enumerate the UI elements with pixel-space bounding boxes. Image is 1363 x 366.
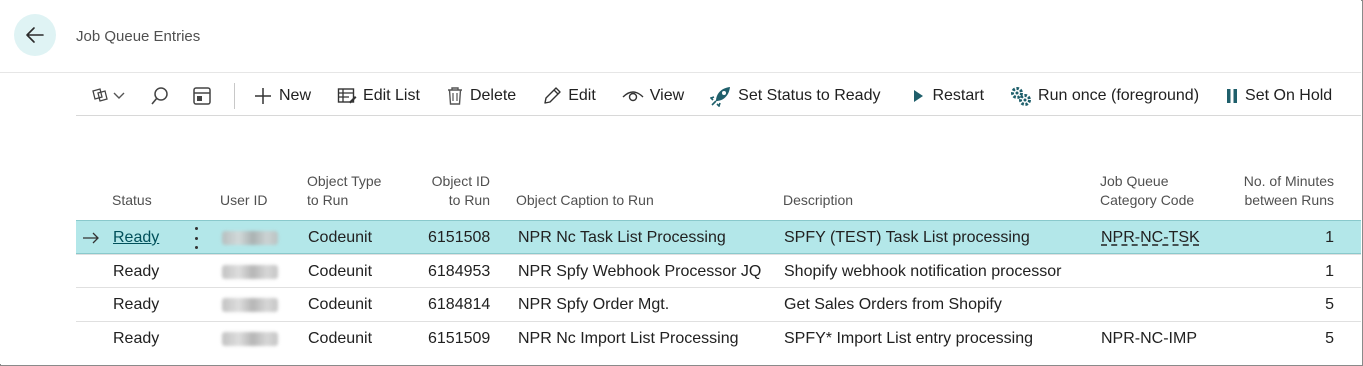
column-header-minutes-line1: No. of Minutes	[1243, 173, 1334, 189]
table-row[interactable]: Ready Codeunit 6151509 NPR Nc Import Lis…	[76, 320, 1361, 355]
description-cell: Shopify webhook notification processor	[784, 262, 1062, 280]
status-cell: Ready	[113, 296, 160, 313]
edit-list-button[interactable]: Edit List	[329, 80, 428, 112]
gears-icon	[1011, 86, 1032, 106]
column-header-object-caption[interactable]: Object Caption to Run	[516, 191, 654, 210]
set-on-hold-button[interactable]: Set On Hold	[1217, 80, 1340, 112]
table-row[interactable]: Ready Codeunit 6151508 NPR Nc Task List …	[76, 220, 1361, 254]
minutes-cell: 5	[1325, 329, 1334, 347]
set-status-ready-button[interactable]: Set Status to Ready	[702, 80, 888, 112]
column-header-category-line1: Job Queue	[1100, 173, 1169, 189]
run-once-button-label: Run once (foreground)	[1038, 86, 1200, 104]
status-cell: Ready	[113, 262, 160, 280]
pause-icon	[1227, 88, 1238, 103]
user-id-redacted	[222, 298, 278, 312]
restart-button[interactable]: Restart	[902, 80, 992, 112]
set-on-hold-button-label: Set On Hold	[1245, 86, 1333, 104]
column-header-minutes[interactable]: No. of Minutes between Runs	[1206, 172, 1334, 210]
object-id-cell: 6184953	[428, 262, 491, 280]
user-id-redacted	[222, 231, 278, 245]
object-type-cell: Codeunit	[308, 296, 373, 313]
plus-icon	[255, 87, 271, 104]
object-id-cell: 6184814	[428, 296, 491, 313]
search-icon	[151, 86, 168, 105]
object-id-cell: 6151509	[428, 329, 491, 347]
filter-icon	[92, 87, 108, 102]
column-header-object-id-line1: Object ID	[431, 173, 490, 189]
edit-list-button-label: Edit List	[363, 86, 420, 104]
back-arrow-icon	[26, 27, 44, 43]
table-header: Status User ID Object Type to Run Object…	[76, 160, 1361, 220]
category-code-cell[interactable]: NPR-NC-TSK	[1101, 221, 1200, 254]
layout-icon	[193, 86, 211, 105]
description-cell: Get Sales Orders from Shopify	[784, 296, 1002, 313]
page-title: Job Queue Entries	[76, 28, 201, 45]
layout-button[interactable]	[178, 80, 220, 112]
column-header-description[interactable]: Description	[783, 191, 853, 210]
object-caption-cell: NPR Nc Import List Processing	[518, 329, 739, 347]
new-button[interactable]: New	[245, 80, 319, 112]
description-cell: SPFY* Import List entry processing	[784, 329, 1033, 347]
chevron-down-icon	[113, 92, 125, 99]
column-header-object-type-line1: Object Type	[307, 173, 382, 189]
eye-icon	[622, 90, 644, 101]
play-icon	[914, 89, 924, 102]
column-header-status[interactable]: Status	[112, 191, 152, 210]
action-bar: New Edit List Delete Edit View Set Statu…	[76, 76, 1361, 116]
table-row[interactable]: Ready Codeunit 6184814 NPR Spfy Order Mg…	[76, 287, 1361, 321]
description-cell: SPFY (TEST) Task List processing	[784, 229, 1030, 246]
view-button[interactable]: View	[614, 80, 692, 112]
row-menu-button[interactable]	[189, 227, 203, 249]
back-button[interactable]	[14, 14, 56, 56]
category-code-cell: NPR-NC-IMP	[1101, 329, 1197, 347]
column-header-object-id[interactable]: Object ID to Run	[420, 172, 490, 210]
edit-list-icon	[337, 87, 357, 103]
object-type-cell: Codeunit	[308, 329, 373, 347]
object-type-cell: Codeunit	[308, 262, 373, 280]
new-button-label: New	[279, 86, 312, 104]
restart-button-label: Restart	[932, 86, 985, 104]
column-header-category-line2: Category Code	[1100, 192, 1195, 208]
column-header-user-id[interactable]: User ID	[220, 191, 267, 210]
filter-pane-button[interactable]	[76, 80, 134, 112]
run-once-button[interactable]: Run once (foreground)	[1002, 80, 1207, 112]
minutes-cell: 1	[1325, 229, 1334, 246]
set-status-ready-label: Set Status to Ready	[738, 86, 881, 104]
minutes-cell: 1	[1325, 262, 1334, 280]
user-id-redacted	[222, 264, 278, 279]
rocket-icon	[710, 86, 731, 107]
object-caption-cell: NPR Spfy Webhook Processor JQ	[518, 262, 762, 280]
column-header-object-type[interactable]: Object Type to Run	[307, 172, 381, 210]
user-id-redacted	[222, 331, 278, 346]
pencil-icon	[544, 86, 561, 104]
object-type-cell: Codeunit	[308, 229, 373, 246]
column-header-category-code[interactable]: Job Queue Category Code	[1100, 172, 1194, 210]
edit-button-label: Edit	[568, 86, 596, 104]
status-cell: Ready	[113, 329, 160, 347]
edit-button[interactable]: Edit	[534, 80, 604, 112]
delete-button[interactable]: Delete	[438, 80, 524, 112]
toolbar-divider	[234, 82, 235, 109]
status-cell[interactable]: Ready	[113, 221, 159, 254]
object-id-cell: 6151508	[428, 229, 491, 246]
column-header-object-id-line2: to Run	[448, 192, 490, 208]
delete-button-label: Delete	[469, 86, 517, 104]
row-arrow-icon	[82, 221, 100, 254]
column-header-object-type-line2: to Run	[307, 192, 349, 208]
column-header-minutes-line2: between Runs	[1244, 192, 1334, 208]
object-caption-cell: NPR Nc Task List Processing	[518, 229, 726, 246]
object-caption-cell: NPR Spfy Order Mgt.	[518, 296, 670, 313]
table-row[interactable]: Ready Codeunit 6184953 NPR Spfy Webhook …	[76, 253, 1361, 288]
job-queue-table: Status User ID Object Type to Run Object…	[76, 160, 1361, 354]
page-header: Job Queue Entries	[0, 0, 1361, 72]
minutes-cell: 5	[1325, 296, 1334, 313]
view-button-label: View	[649, 86, 685, 104]
search-button[interactable]	[134, 80, 178, 112]
trash-icon	[447, 86, 462, 105]
